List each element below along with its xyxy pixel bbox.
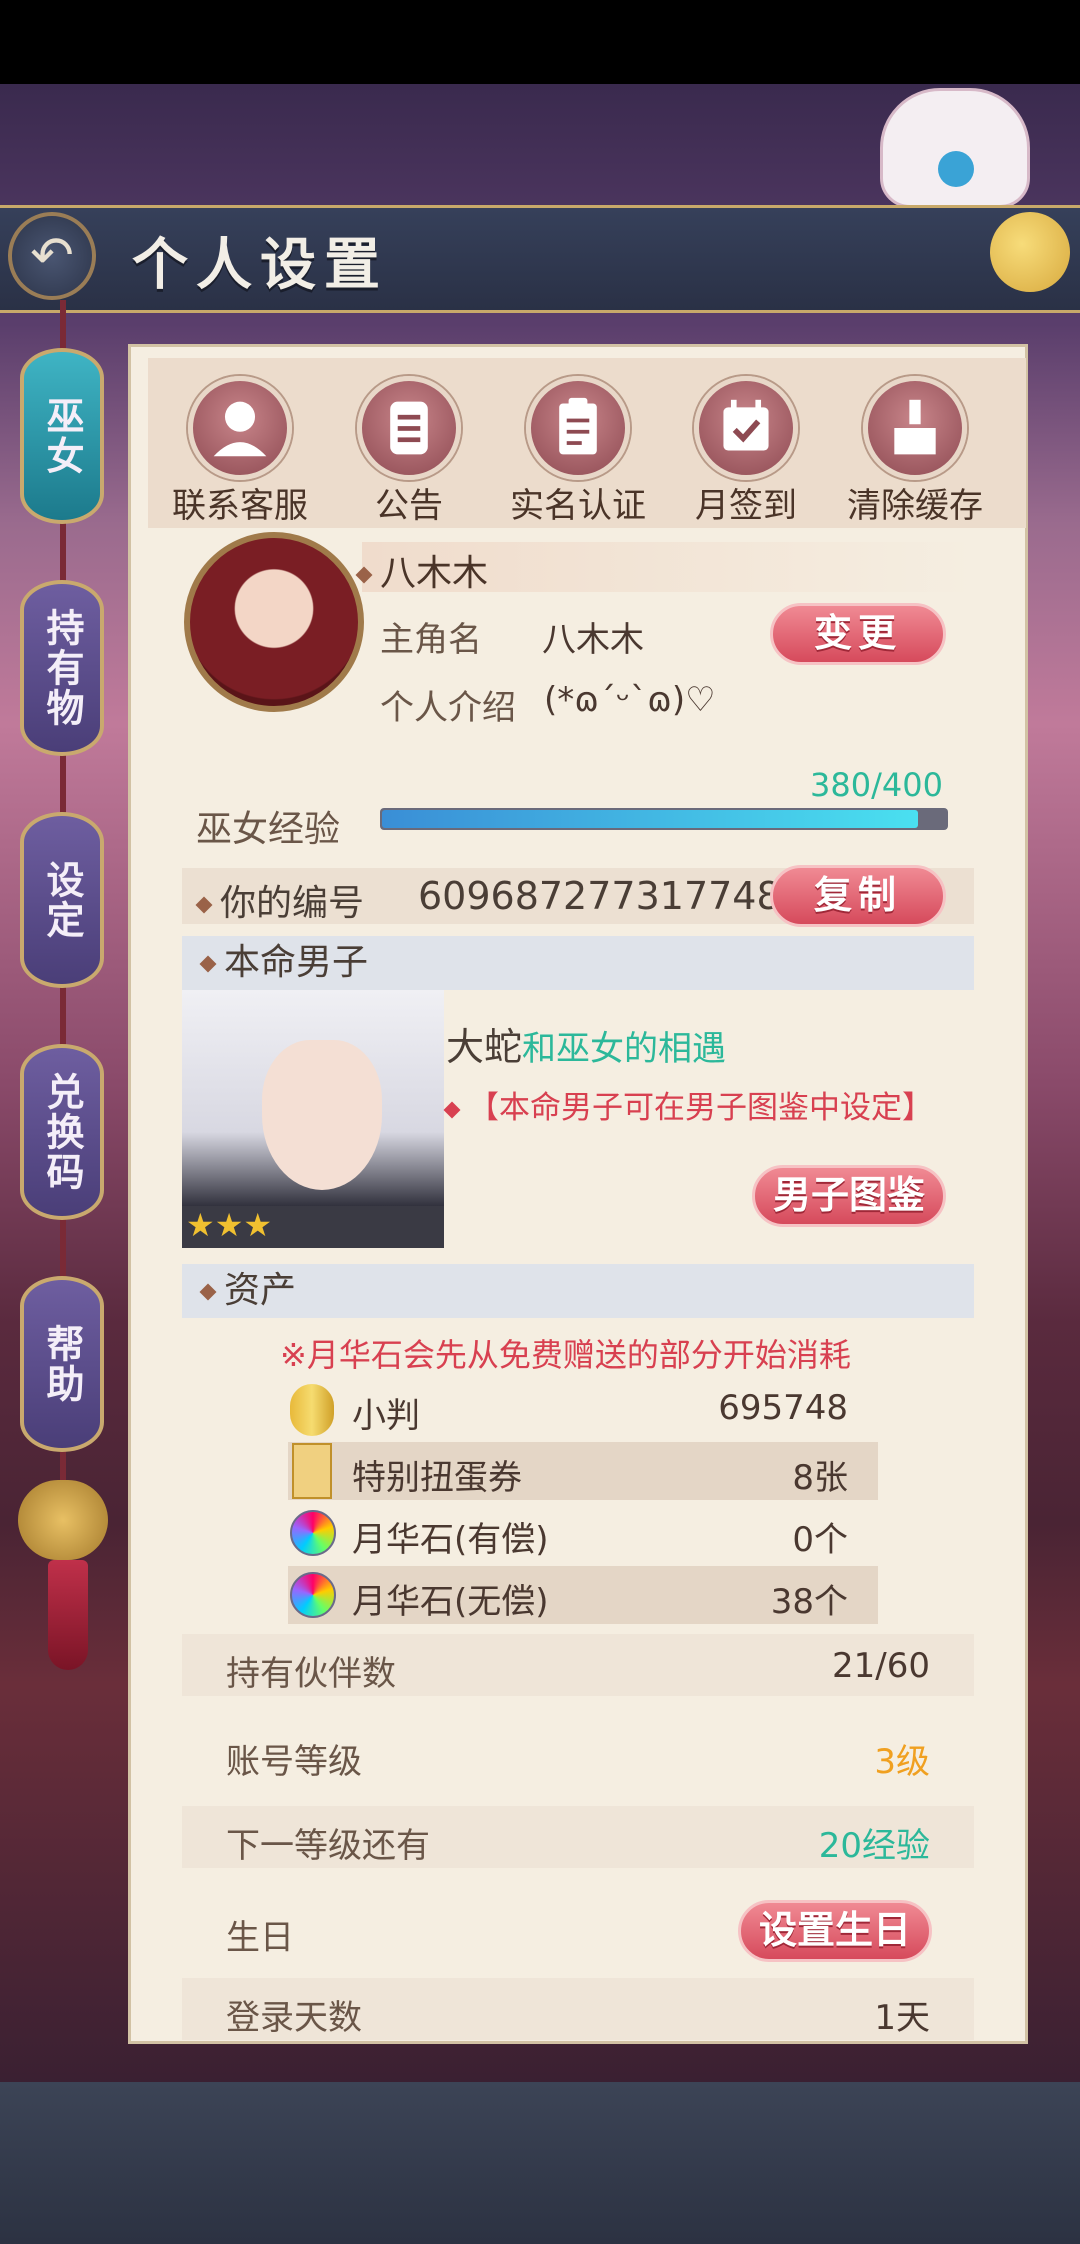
partner-note: 【本命男子可在男子图鉴中设定】 [443,1082,933,1127]
avatar [184,532,364,712]
profile-name: 八木木 [355,544,489,596]
side-tab-settings[interactable]: 设定 [20,812,104,988]
player-id-label-text: 你的编号 [220,883,365,924]
bell-ornament [18,1480,108,1560]
partner-encyclopedia-button[interactable]: 男子图鉴 [752,1165,946,1227]
moonstone-gem-icon [290,1510,336,1556]
contact-support-label: 联系客服 [172,486,308,526]
login-days-label: 登录天数 [226,1998,362,2038]
player-id-label: 你的编号 [195,874,365,926]
clear-cache-label: 清除缓存 [847,486,983,526]
partners-count-value: 21/60 [832,1646,930,1686]
tassel-ornament [48,1560,88,1670]
partner-note-text: 【本命男子可在男子图鉴中设定】 [468,1090,933,1126]
partner-headline: 大蛇和巫女的相遇 [446,1016,726,1071]
back-button[interactable]: ↶ [8,212,96,300]
asset-name: 特别扭蛋券 [352,1458,522,1498]
verification-icon [526,376,630,480]
partner-section-header: 本命男子 [182,936,974,990]
page-title: 个人设置 [132,232,388,298]
main-role-label: 主角名 [380,620,482,660]
customer-service-icon [188,376,292,480]
exp-value: 380/400 [810,766,943,804]
announcement-button[interactable] [357,376,461,480]
diamond-bullet-icon [199,1283,217,1301]
rarity-stars: ★★★ [186,1206,273,1244]
diamond-bullet-icon [355,566,373,584]
asset-value: 38个 [770,1582,848,1622]
assets-section-title: 资产 [224,1270,297,1311]
partners-count-label: 持有伙伴数 [226,1654,396,1694]
login-days-value: 1天 [874,1998,930,2038]
diamond-bullet-icon [443,1101,461,1118]
back-arrow-icon: ↶ [30,226,74,286]
exp-label: 巫女经验 [196,809,341,850]
stat-row-next-level: 下一等级还有 20经验 [182,1806,974,1868]
asset-value: 695748 [718,1388,848,1428]
side-tab-redeem-code[interactable]: 兑换码 [20,1044,104,1220]
partner-face [262,1040,382,1190]
announcement-label: 公告 [375,486,443,526]
diamond-bullet-icon [195,896,213,914]
moon-icon [990,212,1070,292]
asset-name: 月华石(有偿) [352,1520,549,1560]
monthly-checkin-button[interactable] [694,376,798,480]
partner-section-title: 本命男子 [224,942,369,983]
side-tab-items[interactable]: 持有物 [20,580,104,756]
assets-section-header: 资产 [182,1264,974,1318]
account-level-value: 3级 [874,1742,930,1782]
asset-row-moonstone-paid: 月华石(有偿) 0个 [288,1504,878,1562]
stat-row-partners: 持有伙伴数 21/60 [182,1634,974,1696]
exp-progress-fill [382,810,918,828]
asset-value: 0个 [792,1520,848,1560]
asset-name: 月华石(无偿) [352,1582,549,1622]
copy-id-button[interactable]: 复制 [770,865,946,927]
status-bar-area [0,0,1080,84]
next-level-value: 20经验 [818,1826,930,1866]
gacha-ticket-icon [292,1443,332,1499]
asset-value: 8张 [792,1458,848,1498]
koban-coin-icon [290,1384,334,1436]
intro-value: (*ɷ´ᵕ`ɷ)♡ [544,680,716,720]
real-name-verification-button[interactable] [526,376,630,480]
moonstone-gem-icon [290,1572,336,1618]
monthly-checkin-label: 月签到 [695,486,797,526]
announcement-icon [357,376,461,480]
set-birthday-button[interactable]: 设置生日 [738,1900,932,1962]
assets-notice: ※月华石会先从免费赠送的部分开始消耗 [280,1336,851,1374]
bottom-frame [0,2082,1080,2244]
contact-support-button[interactable] [188,376,292,480]
mascot-rabbit [880,88,1030,208]
diamond-bullet-icon [199,955,217,973]
player-id-value: 609687277317748 [418,874,781,918]
change-name-button[interactable]: 变更 [770,603,946,665]
broom-icon [863,376,967,480]
profile-name-text: 八木木 [380,553,489,594]
real-name-verification-label: 实名认证 [510,486,646,526]
stat-row-login-days: 登录天数 1天 [182,1978,974,2040]
stat-row-level: 账号等级 3级 [182,1722,974,1784]
asset-row-gacha-ticket: 特别扭蛋券 8张 [288,1442,878,1500]
side-tab-miko[interactable]: 巫女 [20,348,104,524]
birthday-label: 生日 [226,1918,294,1958]
next-level-label: 下一等级还有 [226,1826,430,1866]
clear-cache-button[interactable] [863,376,967,480]
partner-name: 大蛇 [446,1025,523,1069]
asset-name: 小判 [352,1396,420,1436]
side-tab-help[interactable]: 帮助 [20,1276,104,1452]
main-role-value: 八木木 [542,620,644,660]
asset-row-koban: 小判 695748 [288,1380,878,1438]
intro-label: 个人介绍 [380,688,516,728]
account-level-label: 账号等级 [226,1742,362,1782]
calendar-check-icon [694,376,798,480]
asset-row-moonstone-free: 月华石(无偿) 38个 [288,1566,878,1624]
partner-relation: 和巫女的相遇 [522,1029,727,1069]
